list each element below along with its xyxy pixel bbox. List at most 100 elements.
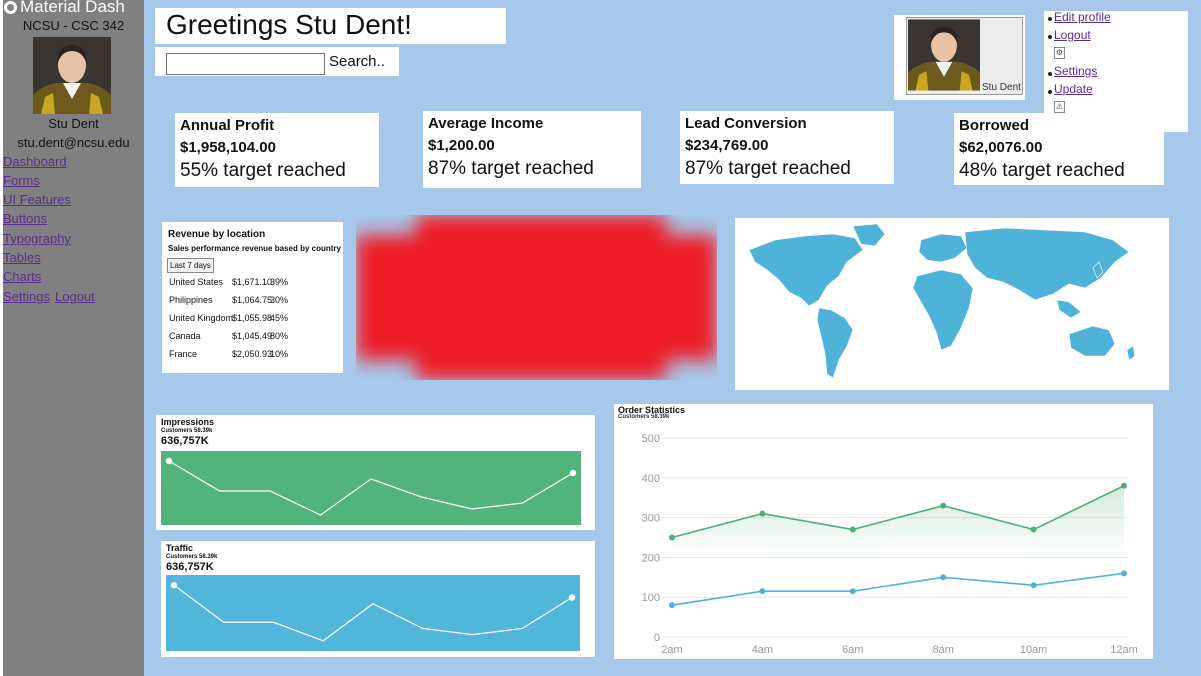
revenue-amount: $2,050.93 [232, 349, 273, 359]
profile-avatar [908, 19, 980, 91]
x-tick-label: 6am [842, 644, 863, 656]
search-button[interactable]: Search.. [329, 53, 385, 70]
menu-update[interactable]: Update [1054, 82, 1093, 96]
series-line-1 [671, 572, 1125, 606]
brand-name: Material Dash [20, 0, 125, 16]
sidebar-item-settings[interactable]: Settings [3, 289, 50, 304]
data-point [669, 534, 675, 541]
bullet-icon [1048, 35, 1052, 39]
revenue-pct: 30% [270, 295, 289, 305]
menu-logout[interactable]: Logout [1054, 28, 1091, 42]
stat-value: $62,0076.00 [959, 139, 1043, 156]
x-tick-label: 8am [932, 644, 953, 656]
sidebar-item-ui-features[interactable]: UI Features [3, 192, 71, 207]
stat-title: Borrowed [959, 117, 1030, 134]
stat-progress: 55% target reached [180, 160, 346, 181]
revenue-pct: 45% [270, 313, 289, 323]
profile-card[interactable]: Stu Dent [894, 15, 1025, 100]
traffic-title: Traffic [166, 543, 194, 553]
data-point [1121, 570, 1127, 577]
revenue-country: Philippines [169, 295, 213, 305]
stat-progress: 87% target reached [428, 158, 594, 179]
data-point [170, 581, 178, 589]
revenue-country: France [169, 349, 198, 359]
stat-value: $234,769.00 [685, 137, 769, 154]
revenue-pct: 39% [270, 277, 289, 287]
stat-card-annual-profit: Annual Profit $1,958,104.00 55% target r… [175, 113, 379, 187]
revenue-amount: $1,045.49 [232, 331, 273, 341]
revenue-amount: $1,671.10 [232, 277, 273, 287]
gear-icon[interactable]: ⚙ [1054, 47, 1065, 59]
stat-progress: 87% target reached [685, 158, 851, 179]
sidebar-item-forms[interactable]: Forms [3, 173, 40, 188]
data-point [849, 588, 856, 595]
bullet-icon [1048, 17, 1052, 21]
data-point [940, 574, 947, 581]
x-tick-label: 10am [1020, 644, 1048, 656]
impressions-card: Impressions Customers 58.39k 636,757K [156, 415, 595, 530]
stat-progress: 48% target reached [959, 160, 1125, 181]
y-tick-label: 300 [642, 513, 660, 525]
x-tick-label: 4am [752, 644, 773, 656]
data-point [759, 588, 766, 595]
revenue-pct: 80% [270, 331, 289, 341]
org-name: NCSU - CSC 342 [22, 18, 125, 33]
stat-value: $1,958,104.00 [180, 139, 276, 156]
revenue-row: United Kingdom $1,055.98 45% [169, 313, 339, 327]
traffic-chart [166, 575, 580, 651]
sidebar-item-typography[interactable]: Typography [3, 231, 71, 246]
sidebar-avatar [33, 37, 111, 114]
stat-title: Lead Conversion [685, 115, 807, 132]
search-input[interactable] [166, 53, 325, 75]
stat-card-borrowed: Borrowed $62,0076.00 48% target reached [954, 113, 1164, 185]
revenue-amount: $1,064.75 [232, 295, 273, 305]
revenue-title: Revenue by location [168, 229, 266, 240]
revenue-pct: 10% [270, 349, 289, 359]
data-point [849, 526, 856, 533]
revenue-country: Canada [169, 331, 201, 341]
revenue-row: Canada $1,045.49 80% [169, 331, 339, 345]
revenue-by-location-card: Revenue by location Sales performance re… [162, 222, 343, 373]
sidebar-user-email: stu.dent@ncsu.edu [17, 135, 130, 150]
y-tick-label: 100 [642, 592, 660, 604]
bullet-icon [1048, 72, 1052, 76]
data-point [1121, 482, 1127, 489]
sidebar-item-buttons[interactable]: Buttons [3, 211, 47, 226]
traffic-subtitle: Customers 58.39k [166, 554, 218, 560]
y-tick-label: 200 [642, 552, 660, 564]
sidebar-user-name: Stu Dent [48, 116, 99, 131]
sidebar-item-dashboard[interactable]: Dashboard [3, 154, 67, 169]
data-point [940, 502, 947, 509]
date-range-button[interactable]: Last 7 days [167, 258, 214, 273]
stat-value: $1,200.00 [428, 137, 495, 154]
revenue-row: United States $1,671.10 39% [169, 277, 339, 291]
order-statistics-card: Order Statistics Customers 58.39k 0 100 20… [614, 404, 1153, 659]
order-statistics-subtitle: Customers 58.39k [618, 414, 670, 420]
data-point [569, 469, 577, 477]
stat-title: Average Income [428, 115, 544, 132]
impressions-value: 636,757K [161, 435, 209, 447]
data-point [1030, 582, 1037, 589]
traffic-value: 636,757K [166, 561, 214, 573]
impressions-title: Impressions [161, 417, 215, 427]
impressions-subtitle: Customers 58.39k [161, 428, 213, 434]
world-map [735, 218, 1169, 390]
sidebar-logout-link[interactable]: Logout [55, 289, 95, 304]
stat-title: Annual Profit [180, 117, 275, 134]
warning-icon[interactable]: ⚠ [1054, 101, 1065, 113]
traffic-card: Traffic Customers 58.39k 636,757K [161, 541, 595, 657]
page-title: Greetings Stu Dent! [155, 8, 506, 44]
x-tick-label: 2am [661, 644, 682, 656]
revenue-subtitle: Sales performance revenue based by count… [168, 244, 341, 253]
data-point [669, 602, 675, 609]
blurred-red-graphic [356, 215, 717, 380]
profile-frame: Stu Dent [906, 17, 1023, 95]
y-tick-label: 400 [642, 473, 660, 485]
profile-name: Stu Dent [982, 82, 1021, 93]
data-point [759, 510, 766, 517]
stat-card-average-income: Average Income $1,200.00 87% target reac… [423, 111, 641, 188]
sidebar-item-charts[interactable]: Charts [3, 269, 41, 284]
menu-settings[interactable]: Settings [1054, 64, 1097, 78]
menu-edit-profile[interactable]: Edit profile [1054, 10, 1111, 24]
sidebar-item-tables[interactable]: Tables [3, 250, 41, 265]
